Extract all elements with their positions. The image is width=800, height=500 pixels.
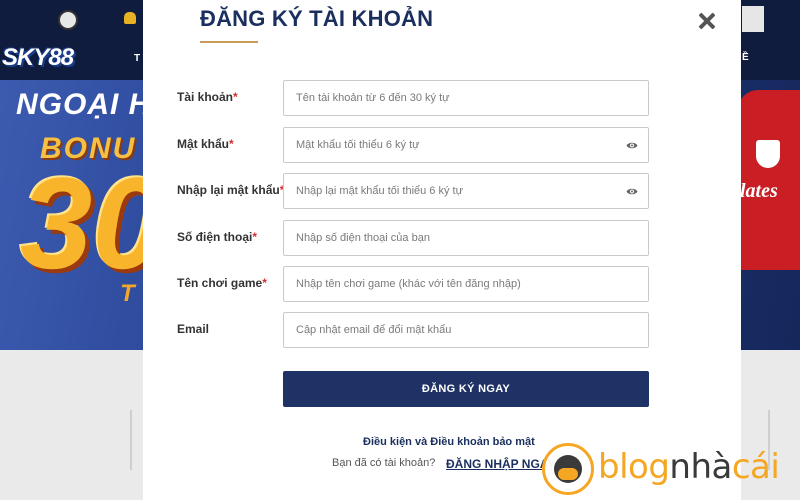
email-input[interactable] bbox=[284, 313, 648, 347]
form-row-username: Tài khoản* bbox=[143, 80, 741, 116]
form-row-confirm-password: Nhập lại mật khẩu* bbox=[143, 173, 741, 209]
terms-link[interactable]: Điều kiện và Điều khoản bảo mật bbox=[363, 436, 535, 448]
logo-text: SKY88 bbox=[2, 44, 74, 71]
header-button-partial[interactable] bbox=[742, 6, 764, 32]
nav-item-partial-right[interactable]: Ề bbox=[742, 52, 749, 63]
phone-input[interactable] bbox=[284, 221, 648, 255]
confirm-password-input[interactable] bbox=[284, 174, 648, 208]
watermark-text: blognhàcái bbox=[598, 447, 780, 487]
username-label: Tài khoản* bbox=[177, 90, 238, 104]
close-icon[interactable] bbox=[696, 10, 718, 32]
password-input[interactable] bbox=[284, 128, 648, 162]
watermark-bubble bbox=[558, 468, 578, 480]
bell-icon[interactable] bbox=[124, 12, 136, 24]
site-logo[interactable]: SKY88 bbox=[0, 4, 100, 80]
register-modal: ĐĂNG KÝ TÀI KHOẢN Tài khoản* Mật khẩu* N… bbox=[143, 0, 741, 500]
logo-ball-icon bbox=[58, 10, 78, 30]
game-name-input[interactable] bbox=[284, 267, 648, 301]
modal-title: ĐĂNG KÝ TÀI KHOẢN bbox=[200, 6, 434, 31]
have-account-text: Bạn đã có tài khoản? bbox=[332, 457, 436, 469]
password-field-box bbox=[283, 127, 649, 163]
email-field-box bbox=[283, 312, 649, 348]
phone-field-box bbox=[283, 220, 649, 256]
game-name-label: Tên chơi game* bbox=[177, 276, 267, 290]
banner-small-text: T bbox=[120, 280, 135, 307]
login-now-link[interactable]: ĐĂNG NHẬP NGAY bbox=[446, 457, 555, 471]
eye-icon[interactable] bbox=[626, 187, 638, 196]
form-row-email: Email bbox=[143, 312, 741, 348]
game-name-field-box bbox=[283, 266, 649, 302]
email-label: Email bbox=[177, 322, 210, 336]
form-row-password: Mật khẩu* bbox=[143, 127, 741, 163]
jersey-sponsor: lates bbox=[740, 180, 778, 202]
chat-ball-icon bbox=[542, 443, 594, 495]
confirm-password-label: Nhập lại mật khẩu* bbox=[177, 183, 284, 197]
username-input[interactable] bbox=[284, 81, 648, 115]
watermark-logo: blognhàcái bbox=[542, 443, 800, 500]
confirm-password-field-box bbox=[283, 173, 649, 209]
form-row-game-name: Tên chơi game* bbox=[143, 266, 741, 302]
phone-label: Số điện thoại* bbox=[177, 230, 258, 244]
form-row-phone: Số điện thoại* bbox=[143, 220, 741, 256]
eye-icon[interactable] bbox=[626, 141, 638, 150]
username-field-box bbox=[283, 80, 649, 116]
password-label: Mật khẩu* bbox=[177, 137, 234, 151]
title-underline bbox=[200, 41, 258, 43]
banner-title: NGOẠI H bbox=[16, 88, 152, 121]
register-now-button[interactable]: ĐĂNG KÝ NGAY bbox=[283, 371, 649, 407]
club-crest-icon bbox=[756, 140, 780, 168]
banner-player: lates bbox=[738, 90, 800, 270]
nav-item-partial-left[interactable]: T bbox=[134, 53, 140, 64]
